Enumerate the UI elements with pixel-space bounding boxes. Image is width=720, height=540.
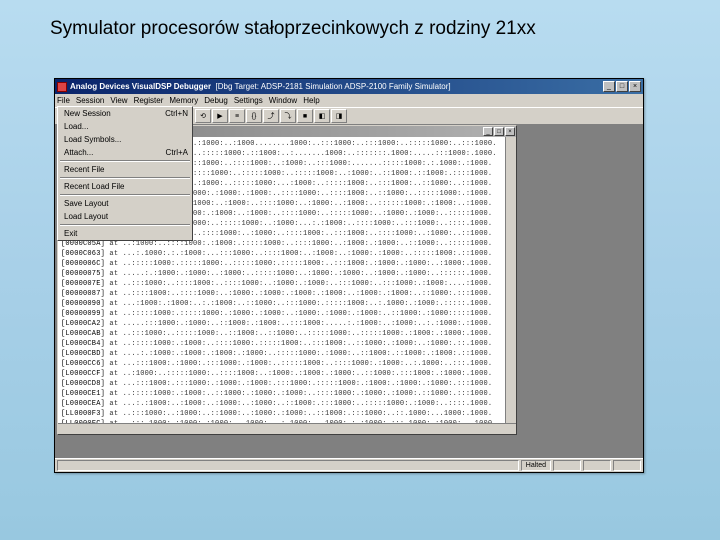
memory-row: [L0000CA2] at .....:::1000:.:1000:..::10… [61, 319, 502, 329]
memory-row: [L0000CB4] at ..:::::1000:.:1000:..::::1… [61, 339, 502, 349]
menu-item-recent-file[interactable]: Recent File [58, 163, 192, 176]
child-maximize-button[interactable]: □ [494, 127, 504, 136]
vertical-scrollbar[interactable] [505, 137, 516, 423]
memory-row: [L0000CD8] at ...:::1000:.:::1000:.:1000… [61, 379, 502, 389]
memory-row: [L0000CEA] at ...:.:1000:..:1000:..:1000… [61, 399, 502, 409]
tool-reset[interactable]: ⟲ [195, 109, 211, 123]
menu-item-exit[interactable]: Exit [58, 227, 192, 240]
menu-session[interactable]: Session [76, 96, 104, 105]
memory-row: [00000099] at ..:::::1000:.:::::1000:.:1… [61, 309, 502, 319]
menu-item-load-symbols[interactable]: Load Symbols... [58, 133, 192, 146]
minimize-button[interactable]: _ [603, 81, 615, 92]
menu-separator [60, 194, 190, 196]
menu-item-load[interactable]: Load... [58, 120, 192, 133]
tool-step-into[interactable]: ⤵ [280, 109, 296, 123]
memory-row: [L0000CE1] at ..:::::1000:.:1000:..::100… [61, 389, 502, 399]
memory-row: [00000075] at .....:.:1000:.:1000:..:100… [61, 269, 502, 279]
menu-item-recent-load-file[interactable]: Recent Load File [58, 180, 192, 193]
file-dropdown: New SessionCtrl+N Load... Load Symbols..… [57, 106, 193, 241]
menu-help[interactable]: Help [303, 96, 319, 105]
main-window: Analog Devices VisualDSP Debugger [Dbg T… [54, 78, 644, 473]
menu-item-attach[interactable]: Attach...Ctrl+A [58, 146, 192, 159]
menu-item-load-layout[interactable]: Load Layout [58, 210, 192, 223]
close-button[interactable]: × [629, 81, 641, 92]
status-cell [553, 460, 581, 471]
memory-row: [0000006C] at ..:::::1000:.:::::1000:..:… [61, 259, 502, 269]
menu-debug[interactable]: Debug [204, 96, 228, 105]
menu-item-save-layout[interactable]: Save Layout [58, 197, 192, 210]
memory-row: [L0000CCF] at ..:1000:..:::::1000:..::::… [61, 369, 502, 379]
status-cell [613, 460, 641, 471]
menu-separator [60, 224, 190, 226]
memory-row: [00000087] at ..::::1000:..::::1000:..:1… [61, 289, 502, 299]
menu-memory[interactable]: Memory [169, 96, 198, 105]
maximize-button[interactable]: □ [616, 81, 628, 92]
memory-row: [00000090] at ...:1000:.:1000:..:.:1000:… [61, 299, 502, 309]
titlebar-text: Analog Devices VisualDSP Debugger [Dbg T… [70, 82, 603, 91]
statusbar: Halted [55, 458, 643, 472]
tool-step-out[interactable]: ⤴ [263, 109, 279, 123]
memory-row: [0000C063] at ...:.1000:.:.:1000:...:::1… [61, 249, 502, 259]
menu-register[interactable]: Register [134, 96, 164, 105]
memory-row: [L0000CC6] at ...:::1000:.:1000:.:::1000… [61, 359, 502, 369]
tool-halt[interactable]: ■ [297, 109, 313, 123]
status-main [57, 460, 519, 471]
page-title: Symulator procesorów stałoprzecinkowych … [50, 18, 536, 40]
memory-row: [0000007E] at ..:::1000:..::::1000:..:::… [61, 279, 502, 289]
menu-separator [60, 160, 190, 162]
titlebar: Analog Devices VisualDSP Debugger [Dbg T… [55, 79, 643, 94]
tool-step[interactable]: ≡ [229, 109, 245, 123]
child-minimize-button[interactable]: _ [483, 127, 493, 136]
menu-separator [60, 177, 190, 179]
memory-row: [L0000CBD] at ....:.:1000:.:1000:.:1000:… [61, 349, 502, 359]
tool-window-2[interactable]: ◨ [331, 109, 347, 123]
memory-row: [L0000CAB] at ..:::1000:..:::::1000:..::… [61, 329, 502, 339]
child-close-button[interactable]: × [505, 127, 515, 136]
menu-window[interactable]: Window [269, 96, 297, 105]
menu-view[interactable]: View [110, 96, 127, 105]
tool-run[interactable]: ▶ [212, 109, 228, 123]
menu-item-new-session[interactable]: New SessionCtrl+N [58, 107, 192, 120]
menu-settings[interactable]: Settings [234, 96, 263, 105]
tool-window-1[interactable]: ◧ [314, 109, 330, 123]
status-cell [583, 460, 611, 471]
menu-file[interactable]: File [57, 96, 70, 105]
memory-row: [LL0000F3] at ..:::1000:..:1000:..::1000… [61, 409, 502, 419]
horizontal-scrollbar[interactable] [58, 423, 516, 434]
tool-step-over[interactable]: {} [246, 109, 262, 123]
status-halted: Halted [521, 460, 551, 471]
app-icon [57, 82, 67, 92]
